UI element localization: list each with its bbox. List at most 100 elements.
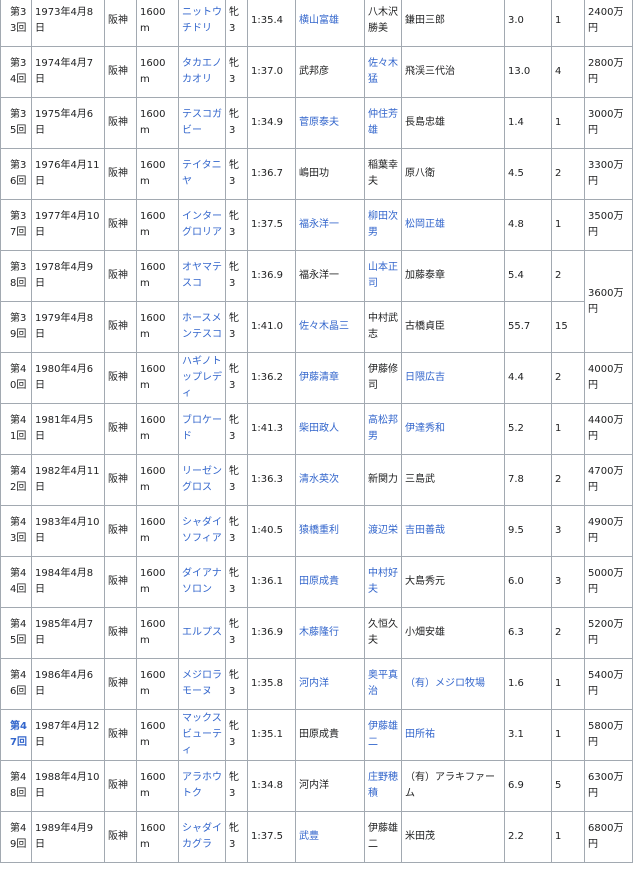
- trainer-link[interactable]: 山本正司: [368, 262, 398, 289]
- distance-cell: 1600m: [136, 0, 179, 47]
- finish-time-cell: 1:34.8: [247, 760, 296, 812]
- finish-time-cell: 1:36.3: [247, 454, 296, 506]
- trainer-link[interactable]: 柳田次男: [368, 211, 398, 238]
- jockey-cell: 清水英次: [295, 454, 365, 506]
- popularity-cell: 3: [555, 576, 562, 587]
- horse-name-link[interactable]: シャダイソフィア: [182, 517, 222, 544]
- race-number-link[interactable]: 第47回: [10, 721, 27, 748]
- race-date-cell: 1974年4月7日: [31, 46, 105, 98]
- race-date-cell: 1978年4月9日: [35, 262, 94, 289]
- trainer-cell: 渡辺栄: [364, 505, 402, 557]
- finish-time-cell: 1:35.8: [247, 658, 296, 710]
- finish-time-cell: 1:34.9: [247, 97, 296, 149]
- jockey-link[interactable]: 田原成貴: [299, 576, 339, 587]
- race-date-cell: 1989年4月9日: [31, 811, 105, 863]
- trainer-cell: 伊藤修司: [364, 352, 402, 404]
- race-date-cell: 1980年4月6日: [31, 352, 105, 404]
- trainer-link[interactable]: 庄野穂積: [368, 772, 398, 799]
- prize-cell: 4900万円: [584, 505, 633, 557]
- horse-name-link[interactable]: テイタニヤ: [182, 160, 222, 187]
- jockey-link[interactable]: 伊藤清章: [299, 372, 339, 383]
- sex-age-cell: 牝3: [225, 709, 248, 761]
- owner-link[interactable]: 吉田善哉: [405, 525, 445, 536]
- race-number-cell: 第41回: [0, 403, 32, 455]
- horse-name-link[interactable]: ダイアナソロン: [182, 568, 222, 595]
- prize-cell: 2400万円: [584, 0, 633, 47]
- trainer-link[interactable]: 仲住芳雄: [368, 109, 398, 136]
- jockey-cell: 嶋田功: [299, 168, 329, 179]
- odds-cell: 5.2: [504, 403, 552, 455]
- jockey-link[interactable]: 武豊: [299, 831, 319, 842]
- distance-cell: 1600m: [140, 466, 166, 493]
- venue-cell: 阪神: [108, 780, 128, 791]
- odds-cell: 5.4: [504, 250, 552, 302]
- jockey-cell: 武豊: [295, 811, 365, 863]
- jockey-link[interactable]: 木藤隆行: [299, 627, 339, 638]
- jockey-link[interactable]: 柴田政人: [299, 423, 339, 434]
- horse-name-link[interactable]: ニットウチドリ: [182, 7, 222, 34]
- venue-cell: 阪神: [104, 301, 137, 353]
- jockey-link[interactable]: 佐々木晶三: [299, 321, 349, 332]
- jockey-link[interactable]: 福永洋一: [299, 219, 339, 230]
- owner-cell: 加藤泰章: [405, 270, 445, 281]
- jockey-cell: 河内洋: [295, 658, 365, 710]
- odds-cell: 4.4: [508, 372, 524, 383]
- horse-name-link[interactable]: ブロケード: [182, 415, 222, 442]
- table-row: 第43回 1983年4月10日 阪神 1600m シャダイソフィア 牝3 1:40.5 猿橋重…: [0, 505, 633, 557]
- table-row: 第33回 1973年4月8日 阪神 1600m ニットウチドリ 牝3 1:35.4 横山富雄 八…: [0, 0, 633, 47]
- horse-name-cell: ホースメンテスコ: [178, 301, 226, 353]
- owner-cell: 吉田善哉: [401, 505, 505, 557]
- trainer-link[interactable]: 渡辺栄: [368, 525, 398, 536]
- sex-age-cell: 牝3: [225, 556, 248, 608]
- venue-cell: 阪神: [104, 709, 137, 761]
- venue-cell: 阪神: [104, 811, 137, 863]
- venue-cell: 阪神: [108, 576, 128, 587]
- horse-name-link[interactable]: エルプス: [182, 627, 222, 638]
- popularity-cell: 1: [551, 811, 585, 863]
- owner-link[interactable]: 田所祐: [405, 729, 435, 740]
- owner-cell: 伊達秀和: [401, 403, 505, 455]
- owner-link[interactable]: 日隈広吉: [405, 372, 445, 383]
- horse-name-link[interactable]: インターグロリア: [182, 211, 222, 238]
- trainer-link[interactable]: 佐々木猛: [368, 58, 398, 85]
- jockey-link[interactable]: 河内洋: [299, 678, 329, 689]
- horse-name-link[interactable]: ハギノトップレディ: [182, 356, 222, 399]
- venue-cell: 阪神: [104, 46, 137, 98]
- trainer-cell: 久恒久夫: [364, 607, 402, 659]
- owner-link[interactable]: 松岡正雄: [405, 219, 445, 230]
- horse-name-link[interactable]: マックスビューティ: [182, 713, 222, 756]
- race-number-cell: 第33回: [10, 7, 27, 34]
- sex-age-cell: 牝3: [229, 466, 239, 493]
- horse-name-link[interactable]: ホースメンテスコ: [182, 313, 222, 340]
- odds-cell: 9.5: [504, 505, 552, 557]
- horse-name-link[interactable]: オヤマテスコ: [182, 262, 222, 289]
- jockey-link[interactable]: 横山富雄: [299, 15, 339, 26]
- horse-name-link[interactable]: リーゼングロス: [182, 466, 222, 493]
- jockey-link[interactable]: 清水英次: [299, 474, 339, 485]
- distance-cell: 1600m: [140, 517, 166, 544]
- race-number-cell: 第42回: [10, 466, 27, 493]
- jockey-link[interactable]: 菅原泰夫: [299, 117, 339, 128]
- trainer-link[interactable]: 奥平真治: [368, 670, 398, 697]
- sex-age-cell: 牝3: [225, 148, 248, 200]
- odds-cell: 3.0: [508, 15, 524, 26]
- venue-cell: 阪神: [108, 168, 128, 179]
- jockey-cell: 田原成貴: [299, 729, 339, 740]
- owner-link[interactable]: （有）メジロ牧場: [405, 678, 485, 689]
- owner-link[interactable]: 伊達秀和: [405, 423, 445, 434]
- owner-cell: 三島武: [405, 474, 435, 485]
- horse-name-link[interactable]: メジロラモーヌ: [182, 670, 222, 697]
- race-number-cell: 第48回: [0, 760, 32, 812]
- trainer-link[interactable]: 伊藤雄二: [368, 721, 398, 748]
- finish-time-cell: 1:37.5: [247, 811, 296, 863]
- horse-name-link[interactable]: タカエノカオリ: [182, 58, 222, 85]
- horse-name-link[interactable]: テスコガビー: [182, 109, 222, 136]
- jockey-link[interactable]: 猿橋重利: [299, 525, 339, 536]
- race-number-cell: 第44回: [0, 556, 32, 608]
- trainer-link[interactable]: 中村好夫: [368, 568, 398, 595]
- odds-cell: 6.9: [508, 780, 524, 791]
- trainer-link[interactable]: 高松邦男: [368, 415, 398, 442]
- horse-name-link[interactable]: アラホウトク: [182, 772, 222, 799]
- horse-name-link[interactable]: シャダイカグラ: [182, 823, 222, 850]
- odds-cell: 9.5: [508, 525, 524, 536]
